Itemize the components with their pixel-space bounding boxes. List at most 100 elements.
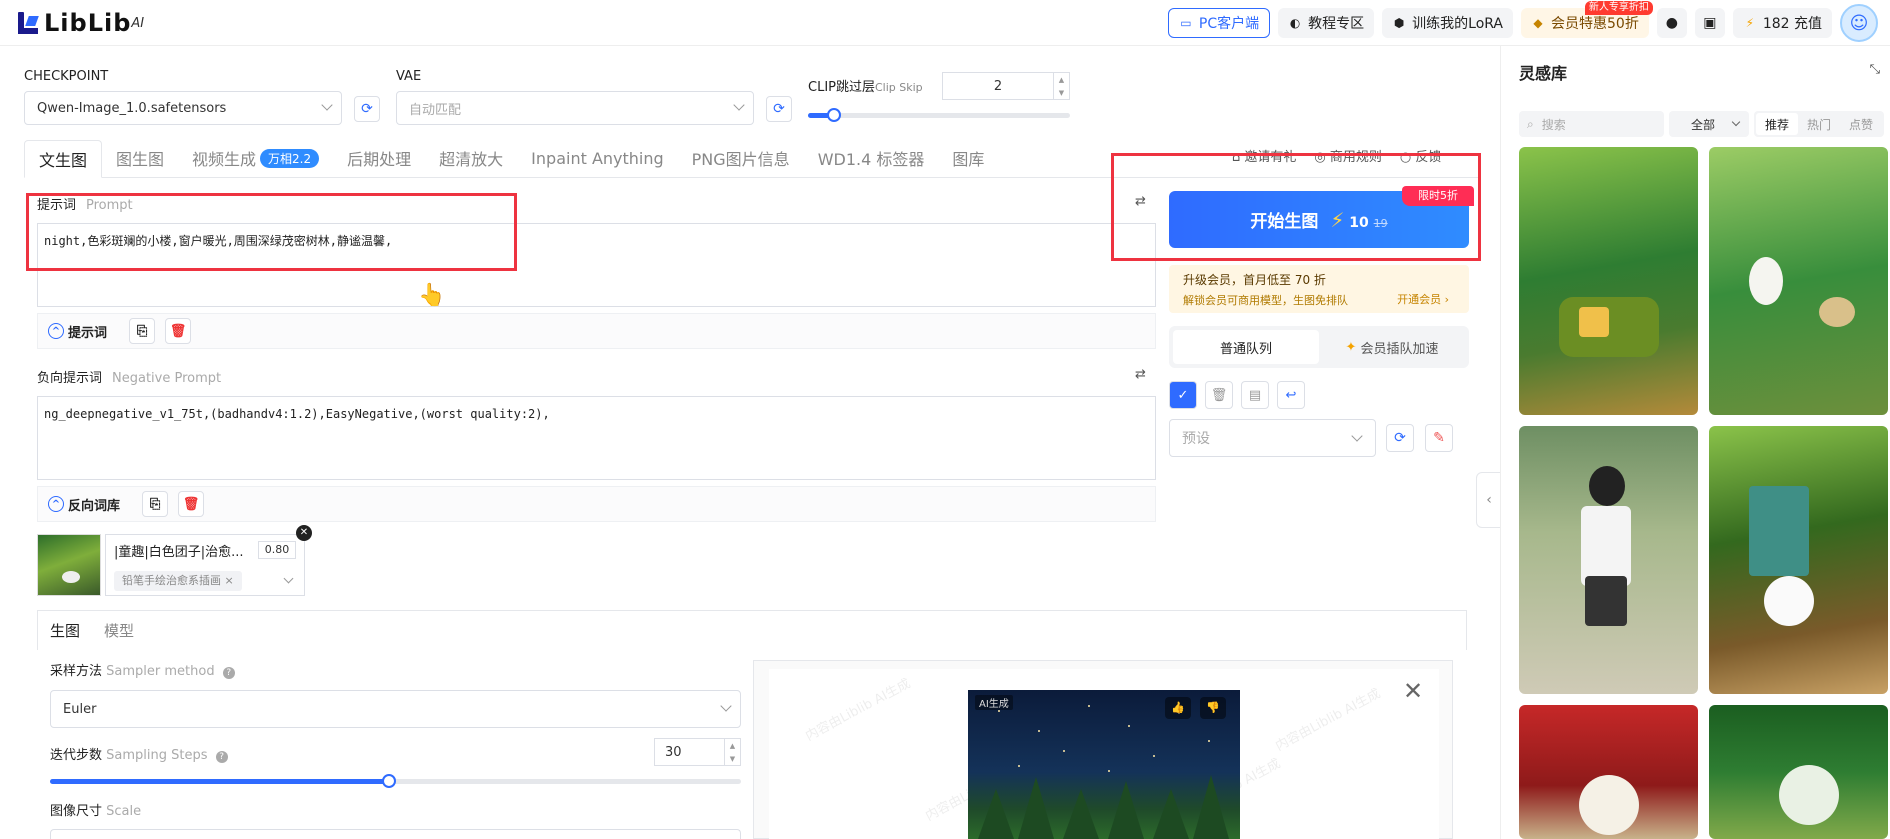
stepper-icon[interactable]: ▲ ▼: [1053, 73, 1069, 99]
thumbs-up-icon[interactable]: 👍: [1165, 697, 1191, 719]
steps-slider-knob[interactable]: [381, 774, 396, 788]
inspiration-card[interactable]: [1519, 147, 1698, 415]
steps-slider[interactable]: [50, 774, 741, 788]
remove-lora-icon[interactable]: ✕: [296, 525, 312, 541]
lora-card[interactable]: |童趣|白色团子|治愈... 0.80 铅笔手绘治愈系插画 ×: [37, 532, 305, 596]
train-lora-button[interactable]: ⬢ 训练我的LoRA: [1382, 8, 1513, 38]
negative-prompt-textarea[interactable]: ng_deepnegative_v1_75t,(badhandv4:1.2),E…: [37, 396, 1156, 480]
lora-name: |童趣|白色团子|治愈...: [114, 545, 244, 560]
tab-1[interactable]: 图生图: [102, 139, 178, 177]
chevron-up-icon: ^: [48, 496, 64, 512]
queue-normal[interactable]: 普通队列: [1173, 330, 1319, 364]
checkpoint-select[interactable]: Qwen-Image_1.0.safetensors: [24, 91, 342, 125]
inspiration-sidebar: 灵感库 ⤡ ⌕ 搜索 全部 推荐 热门 点赞: [1500, 46, 1890, 839]
open-vip-link[interactable]: 开通会员 ›: [1397, 291, 1449, 307]
close-icon[interactable]: ✕: [1403, 677, 1423, 705]
steps-slider-fill: [50, 779, 389, 784]
refresh-preset-button[interactable]: ⟳: [1386, 424, 1414, 452]
trash-icon[interactable]: 🗑: [165, 318, 192, 344]
hand-cursor-icon: 👆: [418, 283, 446, 308]
edit-preset-button[interactable]: ✎: [1425, 424, 1453, 452]
inspiration-card[interactable]: [1709, 426, 1888, 694]
sort-likes[interactable]: 点赞: [1840, 113, 1882, 135]
negative-toolbar: ^ 反向词库 ⎘ 🗑: [37, 486, 1156, 522]
action-links: ⌂ 邀请有礼 ◎ 商用规则 ○ 反馈: [1232, 146, 1441, 165]
help-icon[interactable]: ?: [222, 667, 235, 679]
copy-icon[interactable]: ⎘: [129, 318, 156, 344]
chevron-down-icon: [321, 99, 333, 111]
trash-icon[interactable]: 🗑: [1205, 381, 1233, 409]
steps-label-en: Sampling Steps: [106, 748, 208, 763]
vip-upgrade-banner[interactable]: 升级会员，首月低至 70 折 解锁会员可商用模型，生图免排队 开通会员 ›: [1169, 265, 1469, 313]
tab-label: 文生图: [39, 151, 88, 170]
folder-icon[interactable]: ▣: [1694, 8, 1725, 38]
recharge-button[interactable]: ⚡ 182 充值: [1732, 8, 1832, 38]
steps-input[interactable]: 30 ▲ ▼: [654, 738, 741, 766]
refresh-checkpoint-button[interactable]: ⟳: [354, 96, 380, 122]
sidebar-filter-select[interactable]: 全部: [1669, 111, 1749, 137]
chevron-down-icon[interactable]: [283, 573, 294, 584]
sampler-select[interactable]: Euler: [50, 690, 741, 728]
clip-skip-label-cn: CLIP跳过层: [808, 80, 875, 95]
tab-8[interactable]: 图库: [938, 139, 998, 177]
sort-recommend[interactable]: 推荐: [1756, 113, 1798, 135]
sidebar-search-input[interactable]: ⌕ 搜索: [1519, 111, 1664, 137]
pc-client-button[interactable]: ▭ PC客户端: [1167, 8, 1271, 38]
commercial-rules-link[interactable]: ◎ 商用规则: [1314, 146, 1382, 165]
clip-skip-slider-knob[interactable]: [827, 108, 842, 122]
translate-icon[interactable]: ⇄: [1135, 194, 1146, 209]
prompt-toggle[interactable]: ^ 提示词: [48, 322, 107, 341]
stepper-icon[interactable]: ▲ ▼: [724, 739, 740, 765]
vip-discount-button[interactable]: ◆ 会员特惠50折 新人专享折扣: [1521, 1, 1653, 38]
tab-2[interactable]: 视频生成 万相2.2: [178, 139, 333, 177]
trash-icon[interactable]: 🗑: [178, 491, 205, 517]
tab-5[interactable]: Inpaint Anything: [517, 139, 677, 177]
undo-icon[interactable]: ↩: [1277, 381, 1305, 409]
tutorial-button[interactable]: ◐ 教程专区: [1278, 8, 1375, 38]
shrink-icon[interactable]: ⤡: [1870, 62, 1880, 77]
scale-label-en: Scale: [106, 804, 142, 819]
thumbs-down-icon[interactable]: 👎: [1200, 697, 1226, 719]
generate-cost: ⚡ 10 19: [1330, 208, 1387, 232]
inspiration-card[interactable]: [1519, 426, 1698, 694]
clipboard-icon[interactable]: ▤: [1241, 381, 1269, 409]
translate-icon[interactable]: ⇄: [1135, 367, 1146, 382]
vae-select[interactable]: 自动匹配: [396, 91, 754, 125]
tab-3[interactable]: 后期处理: [333, 139, 425, 177]
collapse-sidebar-handle[interactable]: ‹: [1476, 472, 1502, 528]
inspiration-card[interactable]: [1709, 705, 1888, 839]
tab-7[interactable]: WD1.4 标签器: [804, 139, 939, 177]
tab-model[interactable]: 模型: [92, 611, 146, 651]
copy-icon[interactable]: ⎘: [142, 491, 169, 517]
inspiration-card[interactable]: [1519, 705, 1698, 839]
limited-offer-badge: 限时5折: [1402, 186, 1474, 206]
tab-generate[interactable]: 生图: [38, 611, 92, 651]
preset-select[interactable]: 预设: [1169, 419, 1376, 457]
scale-field[interactable]: [50, 829, 741, 839]
clip-skip-slider[interactable]: [808, 108, 1070, 122]
message-icon[interactable]: ●: [1656, 8, 1687, 38]
close-icon[interactable]: ×: [225, 574, 234, 587]
invite-link[interactable]: ⌂ 邀请有礼: [1232, 146, 1296, 165]
refresh-vae-button[interactable]: ⟳: [766, 96, 792, 122]
tab-0[interactable]: 文生图: [24, 140, 103, 178]
tab-6[interactable]: PNG图片信息: [678, 139, 804, 177]
inspiration-card[interactable]: [1709, 147, 1888, 415]
queue-vip[interactable]: ✦ 会员插队加速: [1319, 330, 1465, 364]
clip-skip-input[interactable]: 2 ▲ ▼: [942, 72, 1070, 100]
cube-icon: ⬢: [1393, 16, 1405, 30]
avatar[interactable]: ☺: [1840, 4, 1878, 42]
logo[interactable]: LibLib AI: [18, 8, 144, 38]
tab-label: 视频生成: [192, 150, 257, 169]
tab-4[interactable]: 超清放大: [425, 139, 517, 177]
feedback-link[interactable]: ○ 反馈: [1400, 146, 1442, 165]
refresh-icon: ⟳: [1394, 430, 1406, 446]
help-icon[interactable]: ?: [215, 751, 228, 763]
chevron-down-icon: [1731, 117, 1741, 127]
apply-icon[interactable]: ✓: [1169, 381, 1197, 409]
lora-weight-input[interactable]: 0.80: [258, 541, 296, 559]
chevron-up-icon: ^: [48, 323, 64, 339]
negative-toggle[interactable]: ^ 反向词库: [48, 495, 120, 514]
sort-hot[interactable]: 热门: [1798, 113, 1840, 135]
prompt-textarea[interactable]: night,色彩斑斓的小楼,窗户暖光,周围深绿茂密树林,静谧温馨,: [37, 223, 1156, 307]
